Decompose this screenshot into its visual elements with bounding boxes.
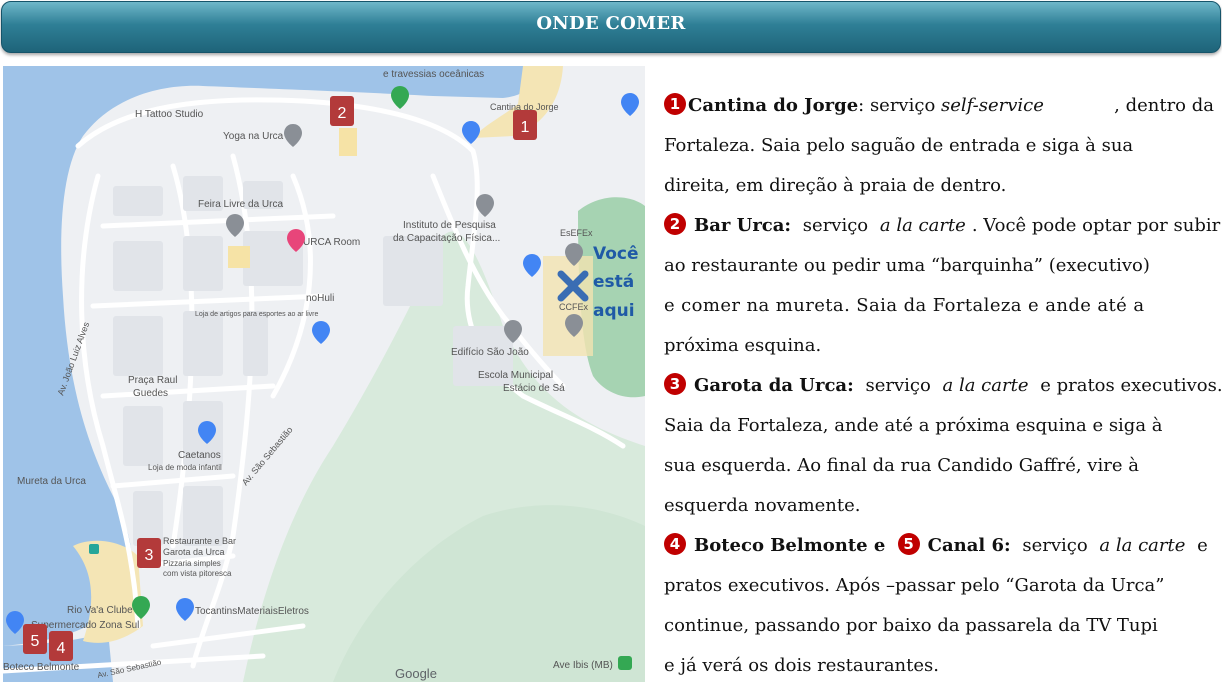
entry-3-line-4: esquerda novamente.: [664, 486, 1214, 526]
you-are-here-label-3: aqui: [593, 301, 635, 321]
label-supermercado: Supermercado Zona Sul: [31, 620, 139, 631]
label-praca-2: Guedes: [133, 388, 168, 399]
entry-4-text-a: serviço: [1016, 535, 1094, 556]
restaurant-name-3: Garota da Urca:: [694, 375, 854, 396]
entry-2-line-3: e comer na mureta. Saia da Fortaleza e a…: [664, 286, 1214, 326]
label-urca-room: URCA Room: [303, 237, 360, 248]
google-logo: Google: [395, 666, 437, 681]
marker-3: 3: [137, 538, 161, 568]
entry-3-line-3-text: sua esquerda. Ao final da rua Candido Ga…: [664, 455, 1139, 476]
label-nohuli: noHuli: [306, 293, 334, 304]
entry-4-line-3-text: continue, passando por baixo da passarel…: [664, 615, 1158, 636]
label-boteco: Boteco Belmonte: [3, 662, 80, 673]
label-tattoo-studio: H Tattoo Studio: [135, 109, 204, 120]
restaurant-entry-3: 3 Garota da Urca: serviço a la carte e pr…: [664, 366, 1222, 526]
marker-4: 4: [49, 631, 73, 661]
restaurant-name-5: Canal 6:: [927, 535, 1011, 556]
entry-3-italic: a la carte: [942, 375, 1029, 396]
title-banner: ONDE COMER: [1, 1, 1221, 53]
entry-4-line-1: 4 Boteco Belmonte e 5 Canal 6: serviço a l…: [664, 526, 1214, 566]
label-rest-bar-4: com vista pitoresca: [163, 569, 232, 578]
label-yoga: Yoga na Urca: [223, 131, 284, 142]
entry-1-text-a: : serviço: [858, 95, 942, 116]
label-praca: Praça Raul: [128, 375, 177, 386]
svg-text:1: 1: [521, 119, 530, 136]
label-ave-ibis: Ave Ibis (MB): [553, 660, 613, 671]
entry-3-line-4-text: esquerda novamente.: [664, 495, 861, 516]
label-instituto: Instituto de Pesquisa: [403, 220, 496, 231]
label-caetanos: Caetanos: [178, 450, 221, 461]
label-instituto-2: da Capacitação Física...: [393, 233, 500, 244]
label-rest-bar: Restaurante e Bar: [163, 536, 236, 546]
map-image: e travessias oceânicas H Tattoo Studio Y…: [3, 66, 645, 682]
entry-4-line-2: pratos executivos. Após –passar pelo “Ga…: [664, 566, 1214, 606]
label-edificio: Edifício São João: [451, 347, 529, 358]
label-rest-bar-3: Pizzaria simples: [163, 559, 221, 568]
label-rio-vaa: Rio Va'a Clube: [67, 605, 133, 616]
entry-3-text-b: e pratos executivos.: [1034, 375, 1222, 396]
label-ccfex: CCFEx: [559, 302, 588, 312]
entry-1-line-1: 1 Cantina do Jorge: serviço self-service,…: [664, 86, 1214, 126]
svg-text:2: 2: [338, 105, 347, 122]
svg-text:4: 4: [57, 640, 66, 657]
number-badge-4: 4: [664, 533, 686, 555]
entry-2-line-4: próxima esquina.: [664, 326, 1214, 366]
restaurant-name-1: Cantina do Jorge: [688, 95, 859, 116]
marker-1: 1: [513, 110, 537, 140]
marker-5: 5: [23, 624, 47, 654]
label-loja-artigos: Loja de artigos para esportes ao ar livr…: [195, 311, 318, 318]
entry-3-line-2-text: Saia da Fortaleza, ande até a próxima es…: [664, 415, 1163, 436]
page-title: ONDE COMER: [536, 13, 686, 34]
map-svg: e travessias oceânicas H Tattoo Studio Y…: [3, 66, 645, 682]
entry-2-line-2-text: ao restaurante ou pedir uma “barquinha” …: [664, 255, 1150, 276]
entry-1-line-2: Fortaleza. Saia pelo saguão de entrada e…: [664, 126, 1214, 166]
entry-2-text-a: serviço: [797, 215, 874, 236]
you-are-here-label-1: Você: [593, 244, 639, 264]
number-badge-5: 5: [897, 533, 920, 555]
entry-1-line-2-text: Fortaleza. Saia pelo saguão de entrada e…: [664, 135, 1134, 156]
entry-2-line-4-text: próxima esquina.: [664, 335, 822, 356]
entry-4-italic: a la carte: [1099, 535, 1186, 556]
restaurant-name-2: Bar Urca:: [694, 215, 792, 236]
label-rest-bar-2: Garota da Urca: [163, 547, 225, 557]
entry-4-text-b: e: [1191, 535, 1208, 556]
entry-3-line-2: Saia da Fortaleza, ande até a próxima es…: [664, 406, 1214, 446]
restaurant-list: 1 Cantina do Jorge: serviço self-service,…: [664, 86, 1222, 686]
entry-4-line-3: continue, passando por baixo da passarel…: [664, 606, 1214, 646]
number-badge-1: 1: [664, 93, 686, 115]
label-feira: Feira Livre da Urca: [198, 199, 283, 210]
entry-4-line-4: e já verá os dois restaurantes.: [664, 646, 1214, 686]
label-caetanos-2: Loja de moda infantil: [148, 463, 222, 472]
entry-3-line-1: 3 Garota da Urca: serviço a la carte e pr…: [664, 366, 1222, 406]
label-travessias: e travessias oceânicas: [383, 69, 484, 80]
entry-3-line-3: sua esquerda. Ao final da rua Candido Ga…: [664, 446, 1214, 486]
entry-4-line-2-text: pratos executivos. Após –passar pelo “Ga…: [664, 575, 1165, 596]
entry-2-line-3-text: e comer na mureta. Saia da Fortaleza e a…: [664, 295, 1145, 316]
entry-2-line-1: 2 Bar Urca: serviço a la carte. Você pode…: [664, 206, 1220, 246]
restaurant-entry-1: 1 Cantina do Jorge: serviço self-service,…: [664, 86, 1214, 206]
label-escola-2: Estácio de Sá: [503, 383, 565, 394]
entry-2-line-2: ao restaurante ou pedir uma “barquinha” …: [664, 246, 1214, 286]
entry-1-line-3: direita, em direção à praia de dentro.: [664, 166, 1214, 206]
entry-3-text-a: serviço: [859, 375, 937, 396]
label-mureta: Mureta da Urca: [17, 476, 86, 487]
marker-2: 2: [330, 96, 354, 126]
restaurant-name-4: Boteco Belmonte e: [694, 535, 892, 556]
restaurant-entry-2: 2 Bar Urca: serviço a la carte. Você pode…: [664, 206, 1220, 366]
label-esefex: EsEFEx: [560, 228, 593, 238]
entry-1-text-b: , dentro da: [1114, 95, 1214, 116]
number-badge-3: 3: [664, 373, 686, 395]
number-badge-2: 2: [664, 213, 686, 235]
entry-1-line-3-text: direita, em direção à praia de dentro.: [664, 175, 1007, 196]
entry-2-text-b: . Você pode optar por subir: [971, 215, 1221, 236]
label-tocantins: TocantinsMateriaisEletros: [195, 606, 309, 617]
svg-text:5: 5: [31, 633, 40, 650]
label-escola: Escola Municipal: [478, 370, 553, 381]
restaurant-entry-4-5: 4 Boteco Belmonte e 5 Canal 6: serviço a l…: [664, 526, 1214, 686]
entry-4-line-4-text: e já verá os dois restaurantes.: [664, 655, 939, 676]
entry-2-italic: a la carte: [879, 215, 966, 236]
svg-text:3: 3: [145, 547, 154, 564]
entry-1-italic: self-service: [941, 95, 1044, 116]
you-are-here-label-2: está: [593, 272, 634, 292]
